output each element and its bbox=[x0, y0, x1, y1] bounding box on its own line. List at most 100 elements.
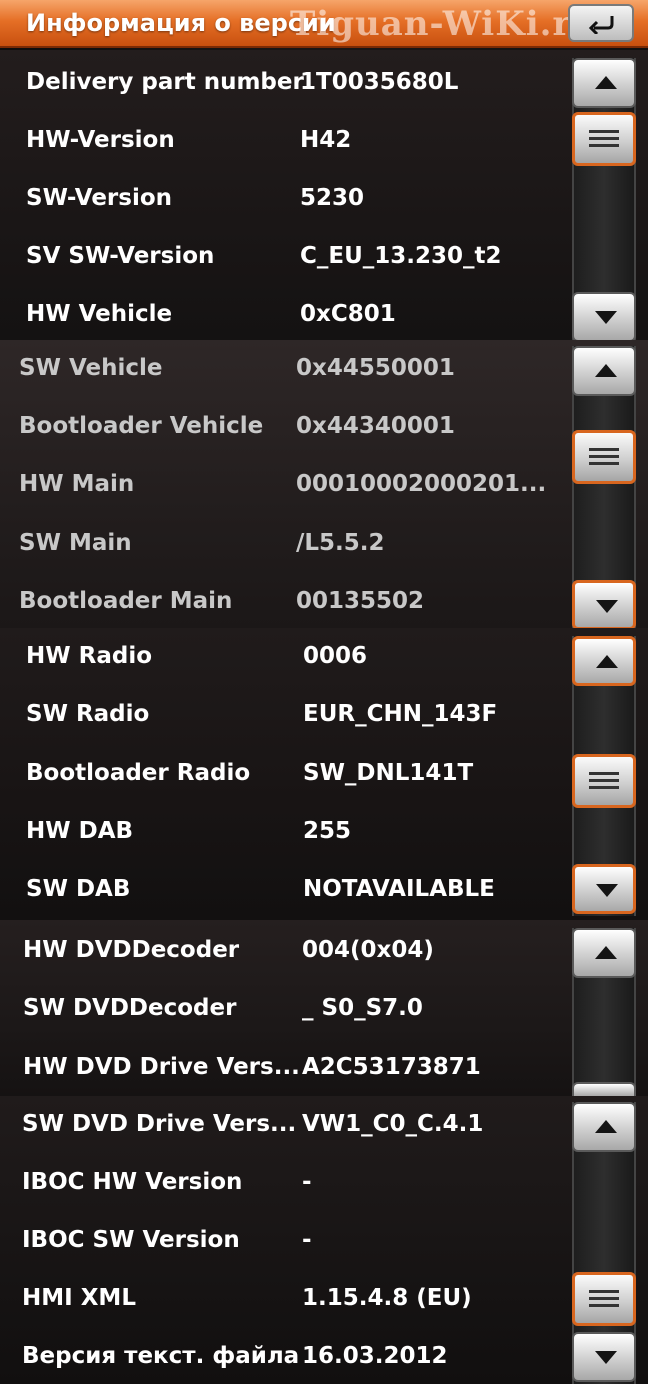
arrow-down-icon bbox=[596, 884, 618, 897]
row-label: IBOC SW Version bbox=[22, 1227, 240, 1253]
list-item[interactable]: HW Vehicle 0xC801 bbox=[0, 286, 560, 340]
scroll-down-button[interactable] bbox=[572, 292, 636, 340]
row-value: H42 bbox=[300, 127, 352, 153]
list-item[interactable]: IBOC HW Version - bbox=[0, 1154, 560, 1210]
row-label: SW DVD Drive Vers... bbox=[22, 1111, 297, 1137]
back-button[interactable] bbox=[568, 4, 634, 42]
row-value: - bbox=[302, 1227, 312, 1253]
row-value: 1T0035680L bbox=[300, 69, 459, 95]
row-label: HW-Version bbox=[26, 127, 175, 153]
row-label: SW Radio bbox=[26, 701, 150, 727]
row-value: _ S0_S7.0 bbox=[302, 995, 423, 1021]
list-item[interactable]: SW Radio EUR_CHN_143F bbox=[0, 686, 560, 742]
list-item[interactable]: HMI XML 1.15.4.8 (EU) bbox=[0, 1270, 560, 1326]
arrow-down-icon bbox=[595, 311, 617, 324]
row-label: Bootloader Radio bbox=[26, 760, 251, 786]
list-item[interactable]: HW-Version H42 bbox=[0, 112, 560, 168]
row-value: 0x44340001 bbox=[296, 413, 455, 439]
arrow-up-icon bbox=[595, 946, 617, 959]
list-item[interactable]: SW Vehicle 0x44550001 bbox=[0, 340, 560, 396]
row-label: IBOC HW Version bbox=[22, 1169, 243, 1195]
scroll-thumb[interactable] bbox=[572, 112, 636, 166]
row-label: Bootloader Vehicle bbox=[19, 413, 264, 439]
scroll-thumb[interactable] bbox=[572, 430, 636, 484]
back-arrow-icon bbox=[588, 16, 614, 34]
arrow-up-icon bbox=[596, 655, 618, 668]
row-label: SW Main bbox=[19, 530, 132, 556]
list-item[interactable]: Bootloader Main 00135502 bbox=[0, 573, 560, 628]
scroll-up-button[interactable] bbox=[572, 928, 636, 978]
list-item[interactable]: SW DVD Drive Vers... VW1_C0_C.4.1 bbox=[0, 1096, 560, 1152]
scroll-down-button[interactable] bbox=[572, 1082, 636, 1096]
row-label: HW DVD Drive Vers... bbox=[23, 1054, 300, 1080]
row-value: C_EU_13.230_t2 bbox=[300, 243, 502, 269]
row-label: Delivery part number bbox=[26, 69, 304, 95]
row-value: 1.15.4.8 (EU) bbox=[302, 1285, 472, 1311]
arrow-up-icon bbox=[595, 76, 617, 89]
scroll-thumb[interactable] bbox=[572, 754, 636, 808]
row-label: Версия текст. файла bbox=[22, 1343, 300, 1369]
row-value: VW1_C0_C.4.1 bbox=[302, 1111, 484, 1137]
version-info-screen: Информация о версии Tiguan-WiKi.ru Deliv… bbox=[0, 0, 648, 1384]
row-label: HW Main bbox=[19, 471, 135, 497]
arrow-down-icon bbox=[595, 1351, 617, 1364]
row-label: HW DVDDecoder bbox=[23, 937, 240, 963]
watermark: Tiguan-WiKi.ru bbox=[290, 4, 598, 44]
list-item[interactable]: SW Main /L5.5.2 bbox=[0, 515, 560, 571]
list-item[interactable]: Delivery part number 1T0035680L bbox=[0, 54, 560, 110]
scroll-up-button[interactable] bbox=[572, 58, 636, 108]
row-value: 0xC801 bbox=[300, 301, 396, 327]
arrow-up-icon bbox=[595, 364, 617, 377]
list-item[interactable]: SW DAB NOTAVAILABLE bbox=[0, 861, 560, 917]
list-item[interactable]: IBOC SW Version - bbox=[0, 1212, 560, 1268]
arrow-down-icon bbox=[596, 600, 618, 613]
list-item[interactable]: HW DAB 255 bbox=[0, 803, 560, 859]
list-item[interactable]: SW-Version 5230 bbox=[0, 170, 560, 226]
row-value: - bbox=[302, 1169, 312, 1195]
row-label: SW Vehicle bbox=[19, 355, 163, 381]
scroll-up-button[interactable] bbox=[572, 346, 636, 396]
scroll-up-button[interactable] bbox=[572, 636, 636, 686]
title-bar: Информация о версии Tiguan-WiKi.ru bbox=[0, 0, 648, 48]
row-value: 004(0x04) bbox=[302, 937, 434, 963]
scroll-up-button[interactable] bbox=[572, 1102, 636, 1152]
scroll-down-button[interactable] bbox=[572, 580, 636, 628]
list-item[interactable]: Bootloader Vehicle 0x44340001 bbox=[0, 398, 560, 454]
row-value: 0006 bbox=[303, 643, 368, 669]
row-value: 16.03.2012 bbox=[302, 1343, 448, 1369]
row-label: Bootloader Main bbox=[19, 588, 233, 614]
panel-2: SW Vehicle 0x44550001 Bootloader Vehicle… bbox=[0, 340, 648, 628]
row-label: SV SW-Version bbox=[26, 243, 215, 269]
row-label: HW Vehicle bbox=[26, 301, 173, 327]
row-value: 00010002000201... bbox=[296, 471, 547, 497]
panel-4: HW DVDDecoder 004(0x04) SW DVDDecoder _ … bbox=[0, 920, 648, 1096]
scroll-down-button[interactable] bbox=[572, 864, 636, 914]
list-item[interactable]: HW DVD Drive Vers... A2C53173871 bbox=[0, 1039, 560, 1095]
row-label: SW DAB bbox=[26, 876, 131, 902]
row-value: A2C53173871 bbox=[302, 1054, 481, 1080]
list-item[interactable]: HW Radio 0006 bbox=[0, 628, 560, 684]
panel-1: Delivery part number 1T0035680L HW-Versi… bbox=[0, 50, 648, 340]
panel-5: SW DVD Drive Vers... VW1_C0_C.4.1 IBOC H… bbox=[0, 1096, 648, 1384]
arrow-up-icon bbox=[595, 1120, 617, 1133]
row-value: SW_DNL141T bbox=[303, 760, 474, 786]
row-value: 00135502 bbox=[296, 588, 425, 614]
row-value: 255 bbox=[303, 818, 352, 844]
row-label: SW-Version bbox=[26, 185, 173, 211]
list-item[interactable]: Версия текст. файла 16.03.2012 bbox=[0, 1328, 560, 1384]
row-value: NOTAVAILABLE bbox=[303, 876, 495, 902]
list-item[interactable]: HW Main 00010002000201... bbox=[0, 456, 560, 512]
list-item[interactable]: HW DVDDecoder 004(0x04) bbox=[0, 922, 560, 978]
row-label: HMI XML bbox=[22, 1285, 136, 1311]
row-label: HW DAB bbox=[26, 818, 134, 844]
scroll-thumb[interactable] bbox=[572, 1272, 636, 1326]
panel-3: HW Radio 0006 SW Radio EUR_CHN_143F Boot… bbox=[0, 628, 648, 920]
row-label: SW DVDDecoder bbox=[23, 995, 237, 1021]
scroll-down-button[interactable] bbox=[572, 1332, 636, 1382]
list-item[interactable]: SW DVDDecoder _ S0_S7.0 bbox=[0, 980, 560, 1036]
list-item[interactable]: SV SW-Version C_EU_13.230_t2 bbox=[0, 228, 560, 284]
row-value: 0x44550001 bbox=[296, 355, 455, 381]
list-item[interactable]: Bootloader Radio SW_DNL141T bbox=[0, 745, 560, 801]
row-label: HW Radio bbox=[26, 643, 153, 669]
row-value: 5230 bbox=[300, 185, 365, 211]
